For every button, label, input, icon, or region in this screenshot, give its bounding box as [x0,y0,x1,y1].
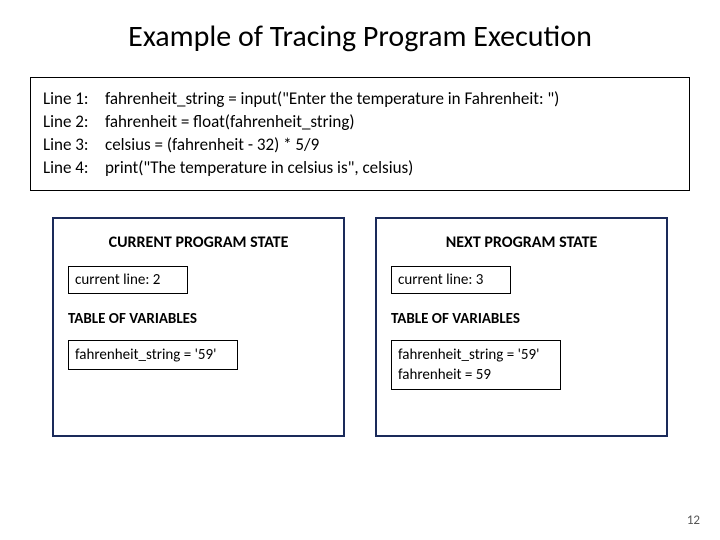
page-number: 12 [687,513,700,528]
next-vars-heading: TABLE OF VARIABLES [391,310,652,328]
next-line-cell: current line: 3 [391,266,511,294]
code-line: Line 2: fahrenheit = float(fahrenheit_st… [43,111,677,134]
slide-title: Example of Tracing Program Execution [30,18,690,55]
current-vars-cell: fahrenheit_string = '59' [68,340,238,370]
code-line: Line 4: print("The temperature in celsiu… [43,157,677,180]
code-listing: Line 1: fahrenheit_string = input("Enter… [30,77,690,191]
line-text: celsius = (fahrenheit - 32) * 5/9 [105,134,677,157]
current-state-heading: CURRENT PROGRAM STATE [68,233,329,252]
code-line: Line 3: celsius = (fahrenheit - 32) * 5/… [43,134,677,157]
var-row: fahrenheit = 59 [398,365,550,385]
line-label: Line 4: [43,157,105,180]
line-text: fahrenheit = float(fahrenheit_string) [105,111,677,134]
next-state-heading: NEXT PROGRAM STATE [391,233,652,252]
line-label: Line 2: [43,111,105,134]
line-text: fahrenheit_string = input("Enter the tem… [105,88,677,111]
var-row: fahrenheit_string = '59' [75,345,227,365]
current-state-box: CURRENT PROGRAM STATE current line: 2 TA… [52,217,345,437]
next-vars-cell: fahrenheit_string = '59' fahrenheit = 59 [391,340,561,391]
line-label: Line 3: [43,134,105,157]
state-columns: CURRENT PROGRAM STATE current line: 2 TA… [30,217,690,437]
var-row: fahrenheit_string = '59' [398,345,550,365]
line-label: Line 1: [43,88,105,111]
current-line-cell: current line: 2 [68,266,188,294]
next-state-box: NEXT PROGRAM STATE current line: 3 TABLE… [375,217,668,437]
line-text: print("The temperature in celsius is", c… [105,157,677,180]
code-line: Line 1: fahrenheit_string = input("Enter… [43,88,677,111]
current-vars-heading: TABLE OF VARIABLES [68,310,329,328]
